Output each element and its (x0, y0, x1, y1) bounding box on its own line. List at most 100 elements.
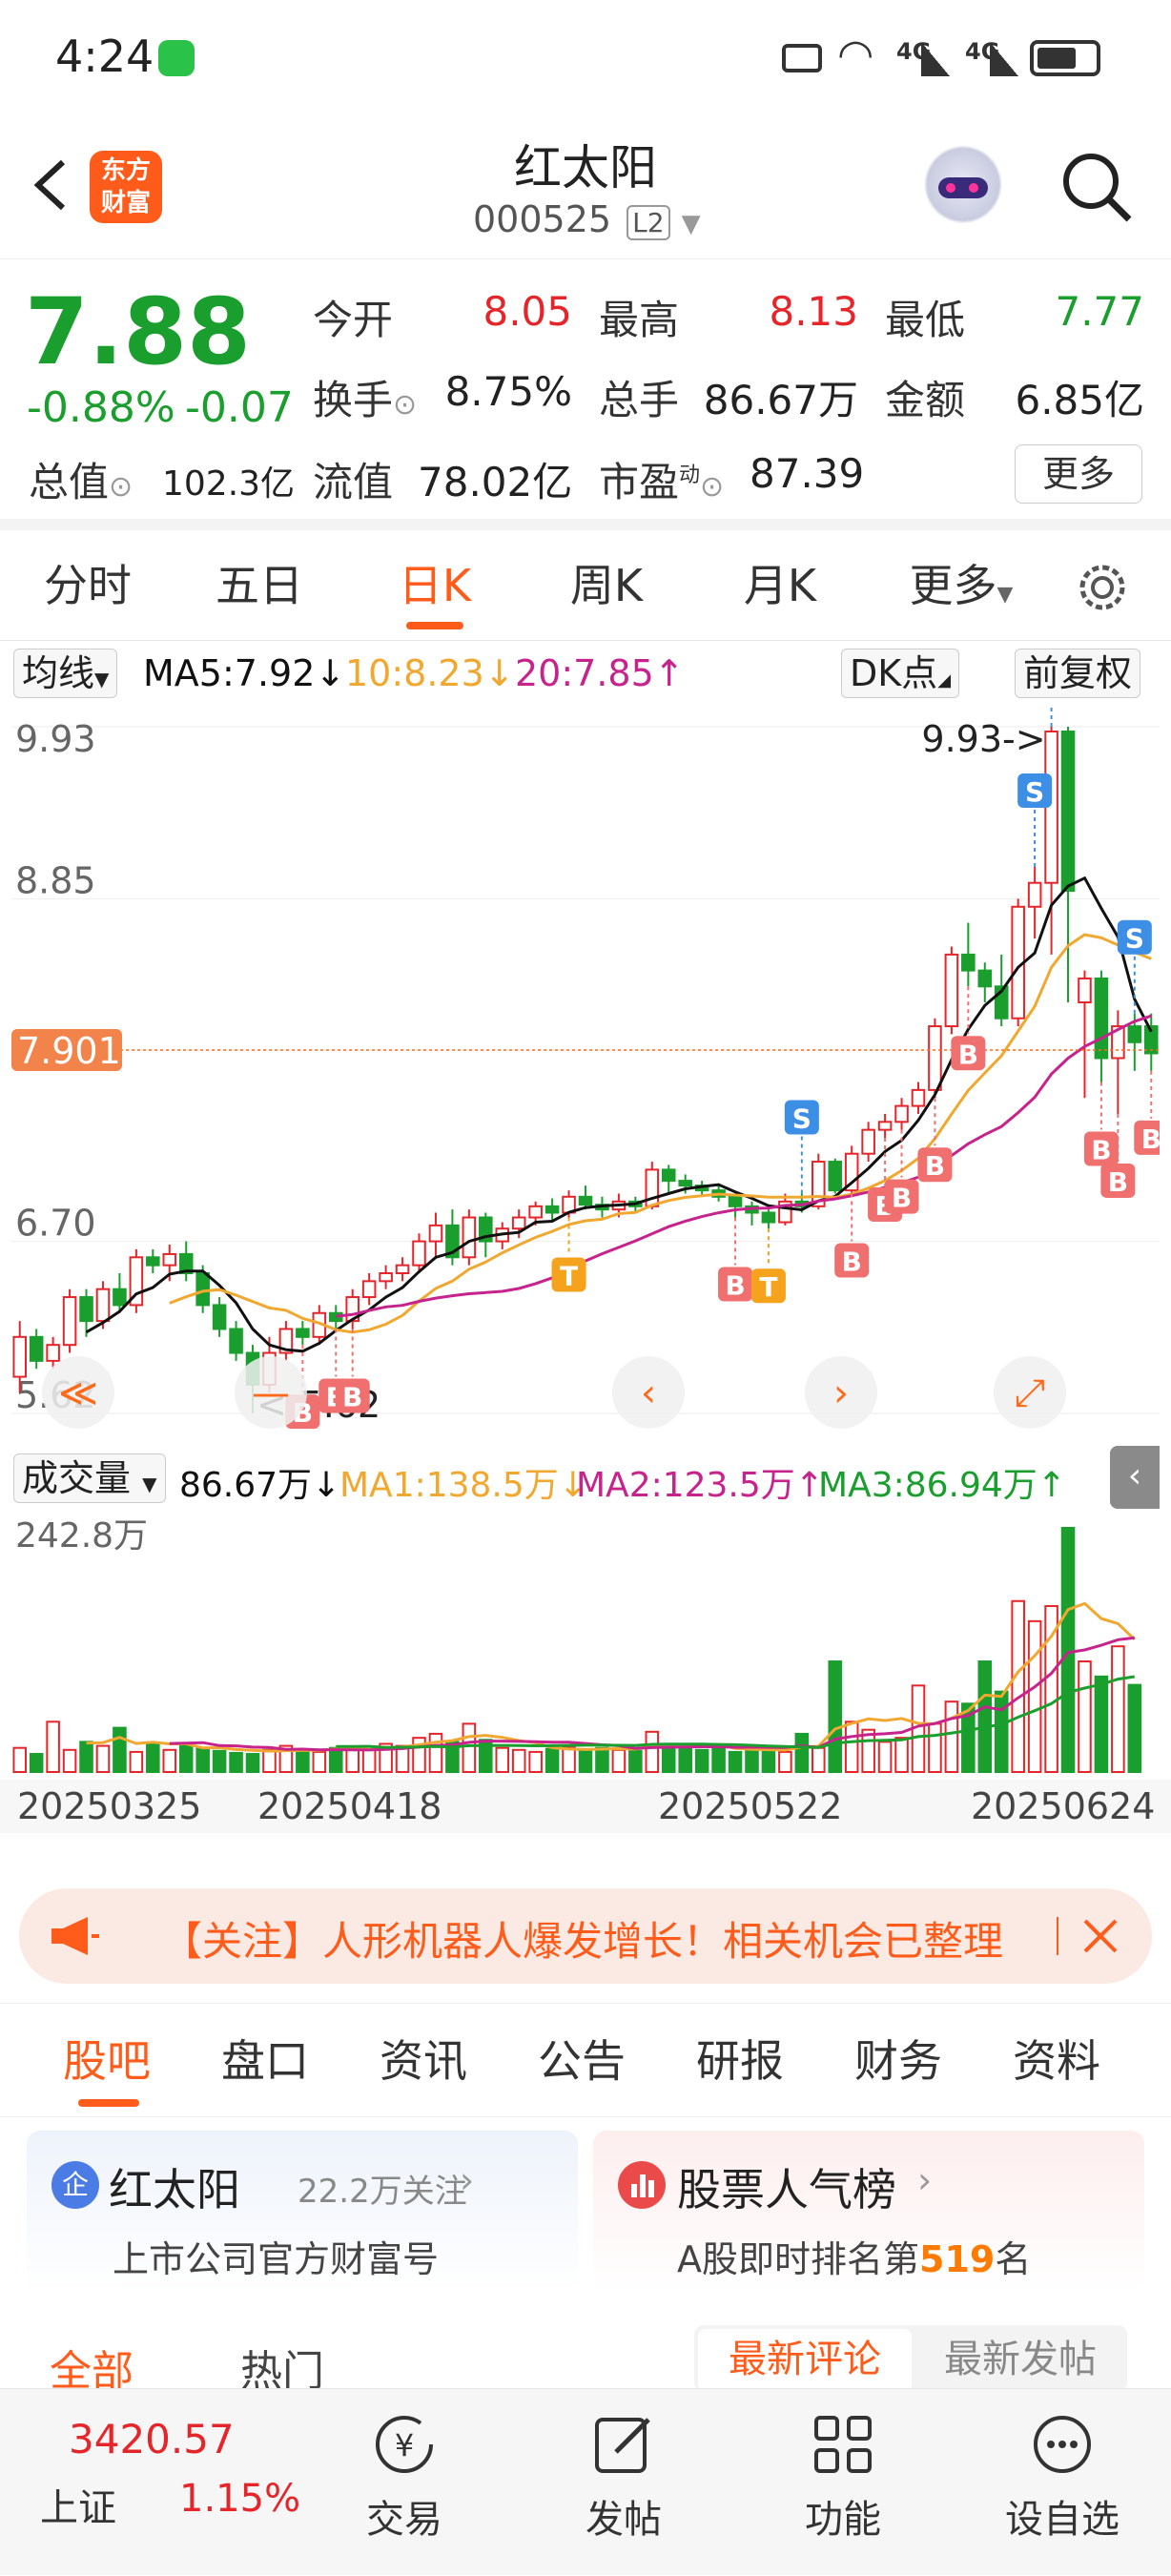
eastmoney-logo: 东方 财富 (90, 151, 162, 223)
grid-icon (809, 2410, 877, 2479)
volume-bar (1060, 1527, 1076, 1773)
candle-body (379, 1271, 393, 1283)
change-value: -0.07 (185, 383, 294, 432)
candle-body (544, 1205, 560, 1214)
zoom-out-icon[interactable]: — (235, 1356, 307, 1429)
search-icon[interactable] (1058, 149, 1135, 225)
tab-more[interactable]: 更多▼ (894, 530, 1028, 641)
tab-research[interactable]: 研报 (696, 2004, 784, 2118)
candle-body (412, 1240, 426, 1267)
close-icon[interactable] (1076, 1911, 1125, 1961)
volume-bar (1111, 1645, 1125, 1773)
info-icon[interactable]: ⊙ (700, 470, 724, 504)
tab-news[interactable]: 资讯 (380, 2004, 467, 2118)
logo-line-1: 东方 (100, 156, 151, 185)
candle-body (1094, 977, 1109, 1060)
candle-body (1060, 731, 1076, 893)
dk-point-select[interactable]: DK点◢ (841, 649, 960, 698)
kline-chart[interactable]: 9.938.856.705.627.9019.93-><-5.62BBBTBTS… (11, 633, 1169, 1442)
volume-value: 86.67万 (703, 377, 858, 423)
volume-bar (95, 1744, 111, 1773)
volume-bar (578, 1748, 593, 1774)
tab-week-k[interactable]: 周K (540, 530, 673, 641)
nav-add-watchlist[interactable]: 设自选 (986, 2389, 1139, 2576)
volume-bar (46, 1721, 60, 1773)
back-icon[interactable] (27, 156, 74, 214)
volume-chart[interactable]: 242.8万 (11, 1509, 1160, 1776)
promo-banner[interactable]: 【关注】人形机器人爆发增长！相关机会已整理 (19, 1888, 1152, 1984)
adjust-select[interactable]: 前复权 (1015, 649, 1141, 698)
megaphone-icon (48, 1913, 101, 1959)
turnover-value: 8.75% (444, 368, 572, 415)
last-price: 7.88 (25, 278, 251, 385)
volume-bar (944, 1700, 959, 1773)
section-active-indicator (78, 2099, 139, 2107)
level-badge: L2 (627, 205, 670, 240)
collapse-panel-button[interactable]: ‹ (1110, 1446, 1160, 1509)
volume-bar (1011, 1599, 1025, 1773)
volume-bar (245, 1753, 260, 1774)
ma-select[interactable]: 均线▼ (13, 649, 118, 698)
card2-subtitle: A股即时排名第519名 (677, 2238, 1032, 2280)
tab-announcements[interactable]: 公告 (538, 2004, 626, 2118)
volume-bar (645, 1730, 660, 1773)
sort-latest-comment[interactable]: 最新评论 (698, 2329, 912, 2392)
volume-bar (1027, 1619, 1042, 1773)
ma5-legend: MA5:7.92↓ (143, 652, 346, 694)
control-glyph: — (252, 1371, 290, 1415)
signal-icon (921, 42, 950, 76)
more-button[interactable]: 更多 (1015, 444, 1142, 504)
tab-finance[interactable]: 财务 (854, 2004, 942, 2118)
tab-pankou[interactable]: 盘口 (221, 2004, 309, 2118)
volume-bar (977, 1660, 993, 1774)
tab-month-k[interactable]: 月K (713, 530, 847, 641)
candle-body (29, 1335, 44, 1362)
candle-body (728, 1195, 743, 1207)
more-circle-icon (1028, 2410, 1097, 2479)
robot-assistant-icon[interactable] (919, 145, 1007, 233)
marker-letter: T (759, 1271, 777, 1303)
volume-select[interactable]: 成交量 ▼ (13, 1453, 166, 1503)
rank-number: 519 (919, 2238, 996, 2280)
high-value: 8.13 (769, 288, 858, 335)
info-icon[interactable]: ⊙ (109, 470, 133, 504)
tab-five-day[interactable]: 五日 (193, 530, 326, 641)
turnover-label: 换手⊙ (313, 377, 418, 423)
nav-post[interactable]: 发帖 (547, 2389, 700, 2576)
mktcap-label: 总值⊙ (29, 459, 134, 505)
candle-body (928, 1025, 942, 1091)
svg-text:¥: ¥ (395, 2427, 414, 2463)
volume-bar (544, 1747, 560, 1773)
control-glyph: › (833, 1371, 849, 1415)
index-ticker[interactable]: 3420.57 上证 1.15% (0, 2389, 315, 2576)
ma5-line (85, 876, 1153, 1353)
vol-ma2-legend: MA2:123.5万↑ (576, 1466, 824, 1505)
volume-y-tick: 242.8万 (15, 1516, 148, 1556)
info-icon[interactable]: ⊙ (393, 388, 417, 422)
tab-profile[interactable]: 资料 (1013, 2004, 1100, 2118)
candle-body (911, 1088, 926, 1107)
next-icon[interactable]: › (805, 1356, 877, 1429)
candle-body (1078, 977, 1092, 1004)
candle-body (1027, 881, 1042, 908)
sort-latest-post[interactable]: 最新发帖 (915, 2329, 1125, 2392)
gear-icon[interactable] (1076, 561, 1129, 614)
quote-panel: 7.88 -0.88% -0.07 今开 8.05 最高 8.13 最低 7.7… (0, 259, 1171, 530)
stock-code-row[interactable]: 000525 L2 ▼ (473, 198, 721, 246)
rewind-icon[interactable]: ≪ (42, 1356, 114, 1429)
volume-bar (1127, 1683, 1142, 1773)
tab-minute[interactable]: 分时 (21, 530, 154, 641)
volume-bar (628, 1749, 643, 1774)
candle-body (395, 1264, 410, 1274)
max-price-label: 9.93-> (921, 718, 1045, 760)
nav-trade[interactable]: ¥ 交易 (328, 2389, 481, 2576)
popularity-card[interactable]: 股票人气榜 › A股即时排名第519名 (593, 2131, 1144, 2293)
volume-bar (595, 1746, 609, 1773)
candle-body (861, 1128, 875, 1155)
candle-body (761, 1211, 776, 1224)
previous-icon[interactable]: ‹ (612, 1356, 685, 1429)
nav-functions[interactable]: 功能 (767, 2389, 919, 2576)
fullscreen-icon[interactable]: ⤢ (994, 1356, 1066, 1429)
official-account-card[interactable]: 企 红太阳 22.2万关注 › 上市公司官方财富号 (27, 2131, 578, 2293)
date-tick-2: 20250418 (257, 1785, 442, 1827)
